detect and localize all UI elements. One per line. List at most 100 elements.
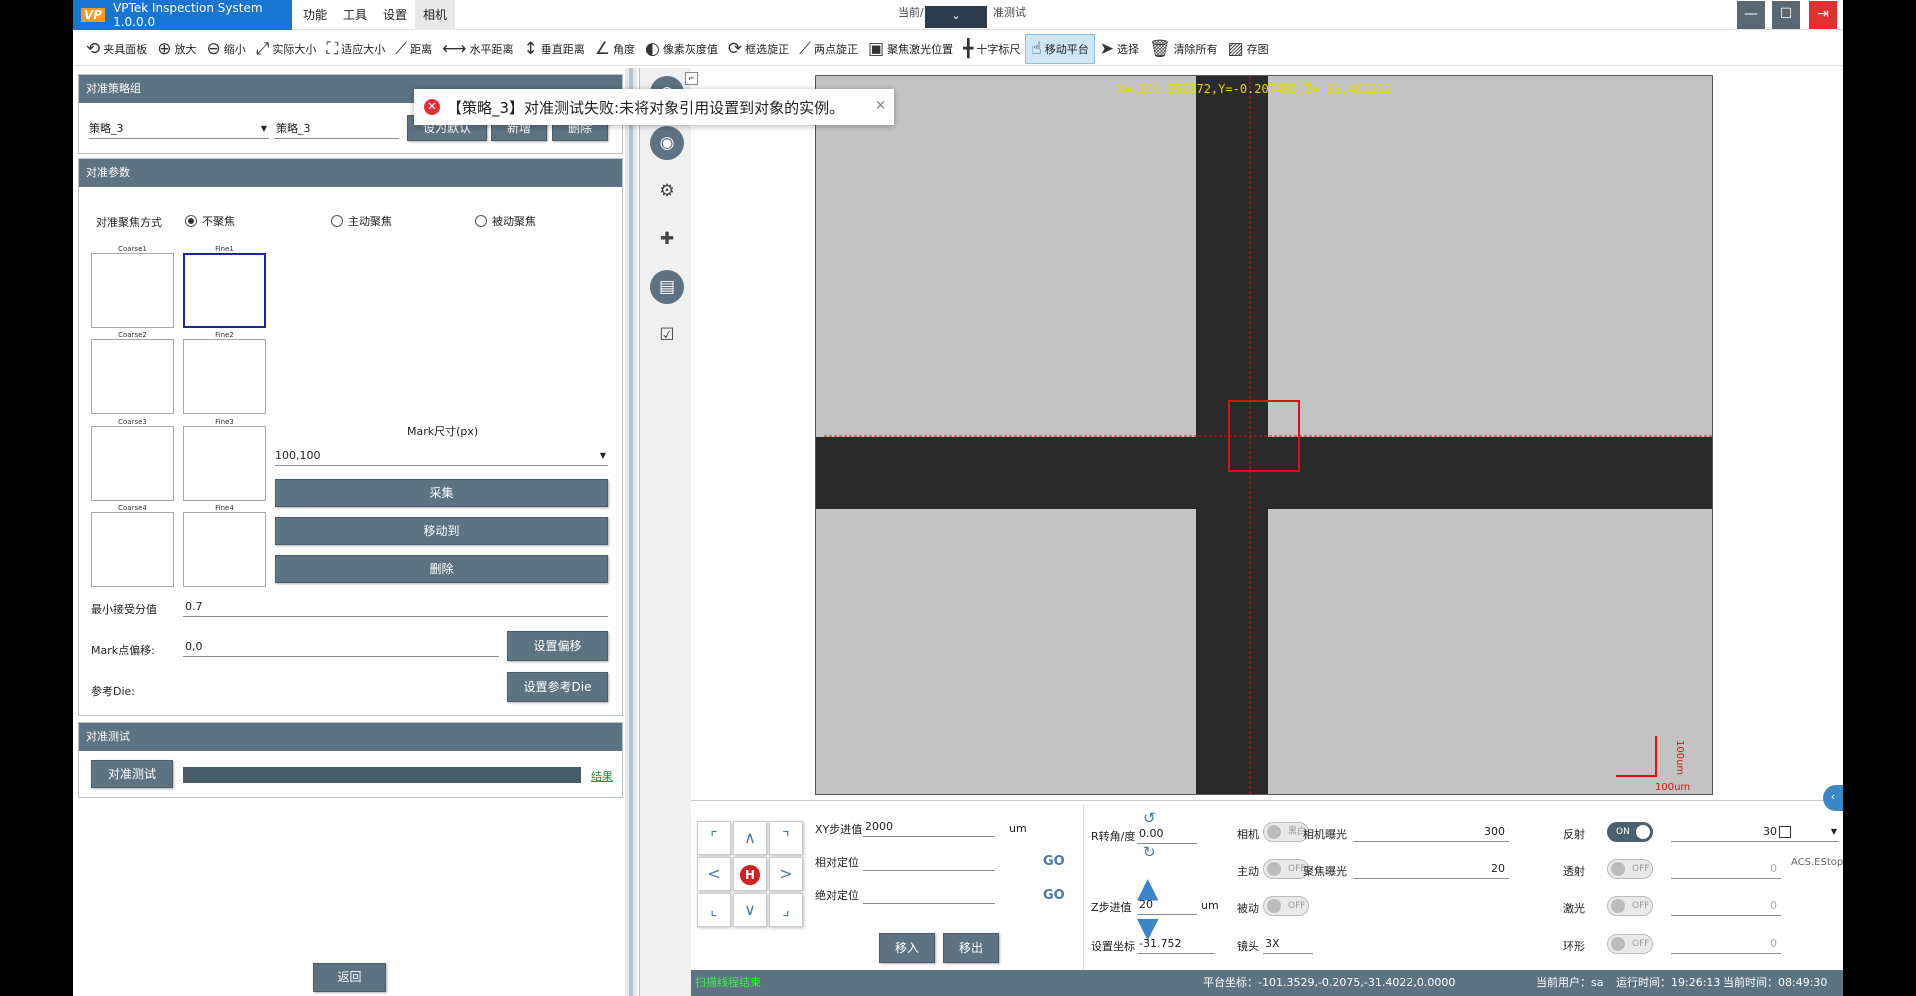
tool-crosshair[interactable]: ╋ 十字标尺	[958, 34, 1025, 64]
ring-toggle[interactable]: OFF	[1607, 934, 1653, 954]
radio-passive-focus[interactable]: 被动聚焦	[475, 213, 536, 229]
thumb-fine4[interactable]	[183, 512, 266, 587]
tool-actual-size[interactable]: ⤢ 实际大小	[251, 34, 322, 64]
camera-label: 相机	[1237, 828, 1259, 841]
menu-tools[interactable]: 工具	[335, 0, 375, 30]
set-offset-button[interactable]: 设置偏移	[507, 631, 608, 661]
camera-dropdown[interactable]: ⌄	[925, 6, 987, 28]
menu-camera[interactable]: 相机	[415, 0, 456, 30]
tools-icon[interactable]: ✚	[650, 222, 684, 256]
move-in-button[interactable]: 移入	[879, 933, 935, 963]
thumb-coarse4[interactable]	[91, 512, 174, 587]
rotate-ccw-icon[interactable]: ↺	[1143, 809, 1156, 827]
exit-button[interactable]: ⇥	[1809, 1, 1837, 29]
jog-left[interactable]: <	[697, 857, 731, 891]
tool-save-image[interactable]: ▨ 存图	[1223, 34, 1274, 64]
set-ref-die-button[interactable]: 设置参考Die	[507, 672, 608, 702]
jog-down-right[interactable]: ⌟	[769, 893, 803, 927]
thumb-label: Fine2	[215, 331, 234, 339]
toast-close-button[interactable]: ×	[875, 98, 886, 113]
back-button[interactable]: 返回	[313, 963, 386, 992]
jog-home[interactable]: H	[733, 857, 767, 891]
transmit-input[interactable]: 0	[1671, 859, 1781, 879]
panel-expand-button[interactable]: ‹	[1823, 785, 1843, 811]
gear-grid-icon[interactable]: ⚙	[650, 174, 684, 208]
move-to-button[interactable]: 移动到	[275, 517, 608, 545]
delete-mark-button[interactable]: 删除	[275, 555, 608, 583]
relative-go-button[interactable]: GO	[1043, 854, 1065, 869]
tool-fit-size[interactable]: ⛶ 适应大小	[321, 34, 390, 64]
jog-up[interactable]: ∧	[733, 821, 767, 855]
thumb-fine3[interactable]	[183, 426, 266, 501]
tool-box-rotate[interactable]: ⟳ 框选旋正	[723, 34, 794, 64]
r-angle-input[interactable]: 0.00	[1137, 824, 1197, 844]
thumb-fine1[interactable]	[183, 253, 266, 328]
tool-move-platform[interactable]: ☝ 移动平台	[1025, 33, 1095, 64]
mark-offset-input[interactable]: 0,0	[183, 637, 499, 657]
reflect-toggle[interactable]: ON	[1607, 822, 1653, 842]
radio-active-focus[interactable]: 主动聚焦	[331, 213, 392, 229]
collapse-toggle[interactable]: ⌐	[685, 72, 698, 85]
result-link[interactable]: 结果	[591, 768, 613, 784]
align-test-button[interactable]: 对准测试	[91, 760, 173, 788]
chart-image-icon[interactable]: ▤	[650, 270, 684, 304]
thumb-fine2[interactable]	[183, 339, 266, 414]
move-out-button[interactable]: 移出	[943, 933, 999, 963]
xy-step-input[interactable]: 2000	[863, 817, 995, 837]
radio-no-focus[interactable]: 不聚焦	[185, 213, 235, 229]
scale-label-h: 100um	[1655, 782, 1691, 793]
tool-distance[interactable]: ⟋ 距离	[390, 34, 437, 64]
collect-button[interactable]: 采集	[275, 479, 608, 507]
tool-focus-laser[interactable]: ▣ 聚焦激光位置	[863, 34, 958, 64]
laser-toggle[interactable]: OFF	[1607, 896, 1653, 916]
thumb-coarse2[interactable]	[91, 339, 174, 414]
thumb-coarse1[interactable]	[91, 253, 174, 328]
set-coord-input[interactable]: -31.752	[1137, 934, 1215, 954]
strategy-select[interactable]: 策略_3 ▼	[89, 119, 269, 139]
test-progress-bar	[183, 767, 581, 783]
menu-settings[interactable]: 设置	[375, 0, 415, 30]
save-image-icon: ▨	[1227, 38, 1244, 59]
absolute-position-input[interactable]	[863, 884, 995, 904]
tool-angle[interactable]: ∠ 角度	[590, 34, 640, 64]
laser-input[interactable]: 0	[1671, 896, 1781, 916]
strategy-name-input[interactable]: 策略_3	[274, 119, 399, 139]
camera-icon[interactable]: ◉	[650, 126, 684, 160]
minimize-button[interactable]: —	[1737, 1, 1765, 29]
thumb-label: Coarse1	[118, 245, 147, 253]
light-select[interactable]: ▼	[1779, 822, 1839, 842]
maximize-button[interactable]: ☐	[1772, 1, 1800, 29]
passive-toggle[interactable]: OFF	[1263, 896, 1309, 916]
camera-exposure-input[interactable]: 300	[1353, 822, 1509, 842]
mark-size-select[interactable]: 100,100 ▼	[275, 446, 608, 466]
focus-exposure-input[interactable]: 20	[1353, 859, 1509, 879]
tool-select[interactable]: ➤ 选择	[1095, 34, 1144, 64]
jog-down[interactable]: ∨	[733, 893, 767, 927]
rotate-cw-icon[interactable]: ↻	[1143, 843, 1156, 861]
jog-up-right[interactable]: ⌝	[769, 821, 803, 855]
passive-label: 被动	[1237, 902, 1259, 915]
thumb-coarse3[interactable]	[91, 426, 174, 501]
checklist-icon[interactable]: ☑	[650, 318, 684, 352]
exit-icon: ⇥	[1817, 6, 1829, 22]
jog-up-left[interactable]: ⌜	[697, 821, 731, 855]
transmit-toggle[interactable]: OFF	[1607, 859, 1653, 879]
tool-clear-all[interactable]: 🗑 清除所有	[1144, 34, 1223, 64]
jog-down-left[interactable]: ⌞	[697, 893, 731, 927]
tool-pixel-gray[interactable]: ◐ 像素灰度值	[640, 34, 723, 64]
lens-input[interactable]: 3X	[1263, 934, 1313, 954]
tool-fixture-panel[interactable]: ⟲ 夹具面板	[81, 34, 152, 64]
tool-vertical-distance[interactable]: ↕ 垂直距离	[519, 34, 590, 64]
tool-zoom-out[interactable]: ⊖ 缩小	[202, 34, 251, 64]
reflect-input[interactable]: 30	[1671, 822, 1781, 842]
tool-two-point-rotate[interactable]: ⟋ 两点旋正	[794, 34, 863, 64]
ring-input[interactable]: 0	[1671, 934, 1781, 954]
jog-right[interactable]: >	[769, 857, 803, 891]
tool-zoom-in[interactable]: ⊕ 放大	[152, 34, 201, 64]
min-score-input[interactable]: 0.7	[183, 597, 608, 617]
menu-function[interactable]: 功能	[295, 0, 335, 30]
absolute-go-button[interactable]: GO	[1043, 888, 1065, 903]
camera-image[interactable]	[815, 75, 1713, 795]
tool-horizontal-distance[interactable]: ⟷ 水平距离	[437, 34, 518, 64]
relative-position-input[interactable]	[863, 851, 995, 871]
